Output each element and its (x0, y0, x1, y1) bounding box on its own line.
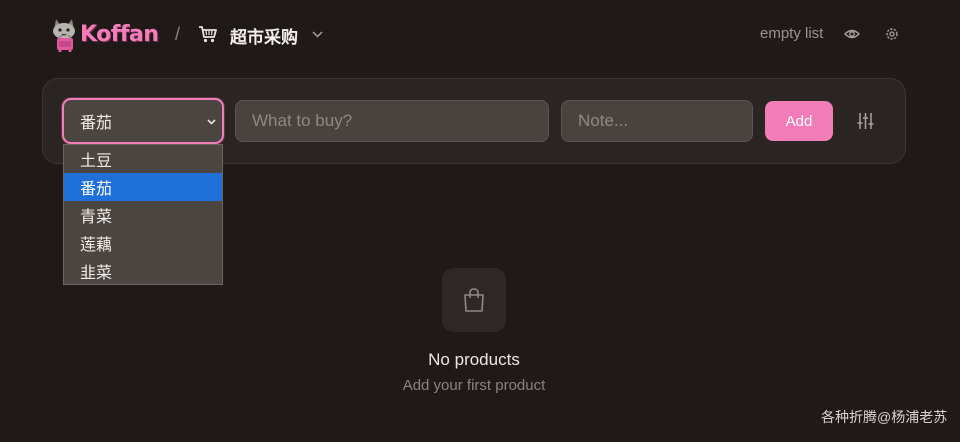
product-input[interactable]: What to buy? (235, 100, 549, 142)
empty-state-subtitle: Add your first product (402, 377, 546, 394)
shopping-bag-icon (464, 288, 484, 312)
dropdown-option[interactable]: 莲藕 (64, 229, 222, 257)
note-input[interactable]: Note... (561, 100, 753, 142)
cart-icon (199, 26, 217, 43)
brand-name: Koffan (80, 21, 159, 47)
note-input-placeholder: Note... (578, 111, 629, 130)
list-title[interactable]: 超市采购 (230, 23, 298, 48)
empty-list-button[interactable]: empty list (760, 25, 823, 42)
product-input-placeholder: What to buy? (252, 111, 353, 130)
app-page: Koffan / 超市采购 empty list 番茄 What to buy?… (0, 0, 960, 442)
chevron-down-icon[interactable] (311, 28, 324, 41)
brand-logo[interactable]: Koffan (48, 14, 159, 54)
empty-state-title: No products (428, 350, 520, 369)
dropdown-option[interactable]: 土豆 (64, 145, 222, 173)
gear-icon[interactable] (884, 26, 900, 42)
empty-state-icon-box (442, 268, 506, 332)
dropdown-option[interactable]: 韭菜 (64, 257, 222, 285)
add-button[interactable]: Add (765, 101, 833, 141)
category-select[interactable]: 番茄 (62, 98, 224, 144)
category-select-value: 番茄 (80, 115, 113, 132)
sliders-icon[interactable] (857, 112, 874, 130)
top-header: Koffan / 超市采购 empty list (0, 0, 960, 68)
chevron-down-icon (207, 119, 216, 125)
dropdown-option-selected[interactable]: 番茄 (64, 173, 222, 201)
dropdown-option[interactable]: 青菜 (64, 201, 222, 229)
watermark: 各种折腾@杨浦老苏 (821, 409, 948, 425)
eye-icon[interactable] (844, 27, 860, 41)
category-dropdown: 土豆 番茄 青菜 莲藕 韭菜 (63, 144, 223, 285)
breadcrumb-separator: / (175, 24, 181, 44)
cat-mascot-icon (53, 19, 75, 52)
